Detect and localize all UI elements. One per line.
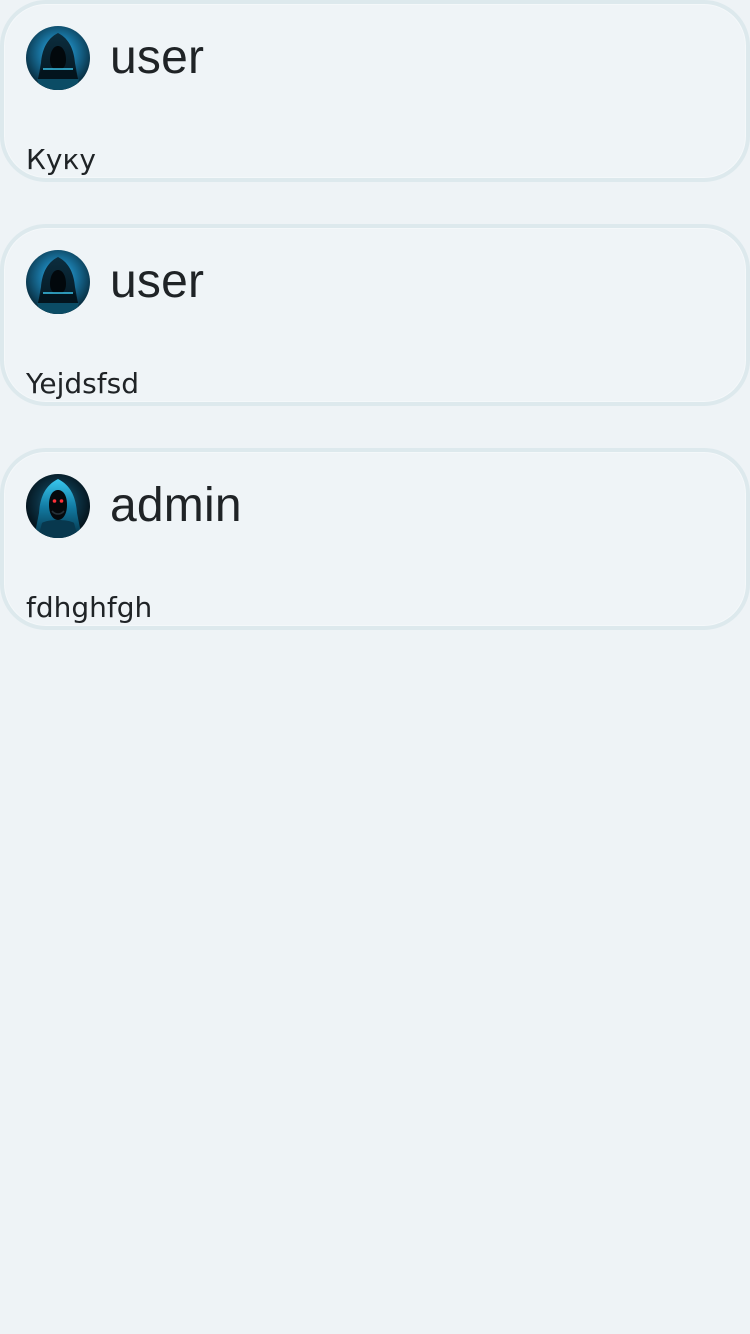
post-message: fdhghfgh xyxy=(26,591,153,624)
post-author-name[interactable]: admin xyxy=(110,482,242,530)
post-message: Yejdsfsd xyxy=(26,367,139,400)
post-header: admin xyxy=(26,474,242,538)
hooded-hacker-laptop-icon[interactable] xyxy=(26,250,90,314)
post-card[interactable]: user Yejdsfsd xyxy=(0,224,750,406)
hooded-hacker-red-eyes-icon[interactable] xyxy=(26,474,90,538)
post-header: user xyxy=(26,26,204,90)
post-message: Куку xyxy=(26,143,96,176)
post-author-name[interactable]: user xyxy=(110,34,204,82)
post-card[interactable]: user Куку xyxy=(0,0,750,182)
post-author-name[interactable]: user xyxy=(110,258,204,306)
post-header: user xyxy=(26,250,204,314)
hooded-hacker-laptop-icon[interactable] xyxy=(26,26,90,90)
post-card[interactable]: admin fdhghfgh xyxy=(0,448,750,630)
